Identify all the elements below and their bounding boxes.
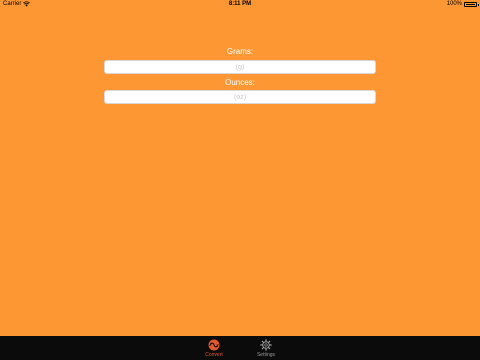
tab-convert-label: Convert (205, 352, 223, 358)
tab-convert[interactable]: Convert (200, 336, 228, 360)
tab-settings[interactable]: Settings (252, 336, 280, 360)
tab-bar: Convert Settings (0, 336, 480, 360)
status-right: 100% (446, 1, 479, 7)
gear-icon (260, 339, 272, 351)
status-time: 8:11 PM (228, 1, 252, 7)
ounces-label: Ounces: (225, 78, 255, 87)
convert-icon (208, 339, 220, 351)
app-screen: Carrier 8:11 PM 100% Grams: Ounces: (0, 0, 480, 360)
grams-input[interactable] (104, 60, 376, 74)
battery-icon (464, 1, 479, 7)
battery-nub (478, 3, 479, 6)
status-bar: Carrier 8:11 PM 100% (0, 0, 480, 10)
tab-settings-label: Settings (256, 352, 276, 358)
ounces-input[interactable] (104, 90, 376, 104)
battery-percent: 100% (446, 1, 462, 7)
grams-label: Grams: (226, 47, 254, 56)
battery-fill (466, 3, 475, 5)
